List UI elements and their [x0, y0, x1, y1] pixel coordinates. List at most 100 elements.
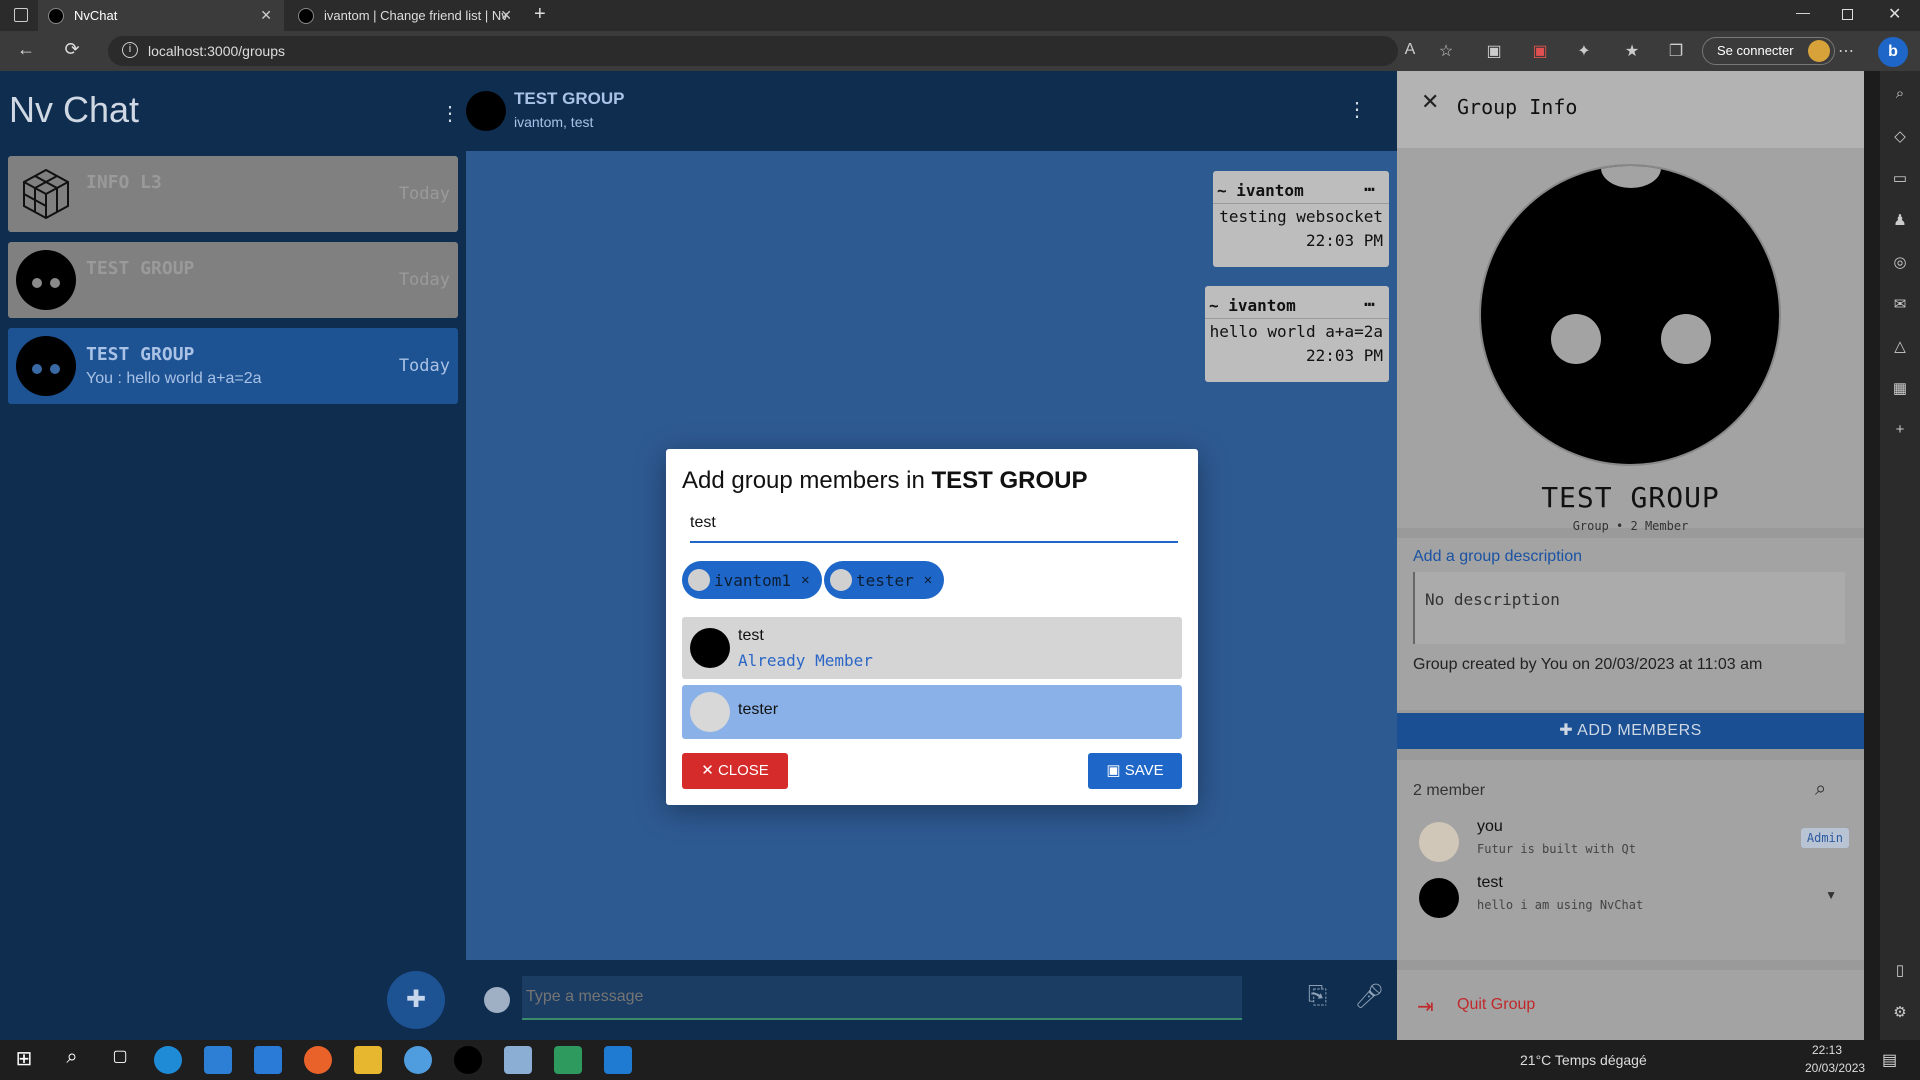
add-members-button[interactable]: ✚ ADD MEMBERS — [1397, 713, 1864, 749]
save-button[interactable]: ▣ SAVE — [1088, 753, 1182, 789]
bing-icon[interactable]: b — [1878, 37, 1908, 67]
notifications-icon[interactable]: ▤ — [1882, 1050, 1897, 1070]
read-aloud-icon[interactable]: A — [1400, 41, 1420, 61]
result-name: tester — [738, 701, 779, 718]
chat-menu-icon[interactable]: ⋮ — [1347, 97, 1367, 122]
url-field[interactable]: i localhost:3000/groups — [108, 36, 1398, 66]
close-button[interactable]: ✕ CLOSE — [682, 753, 788, 789]
signin-button[interactable]: Se connecter — [1702, 37, 1835, 65]
file-explorer-icon[interactable] — [354, 1046, 382, 1074]
result-status: Already Member — [738, 651, 873, 670]
collections-icon[interactable]: ❐ — [1666, 41, 1686, 61]
browser-tab-nvchat[interactable]: NvChat ✕ — [38, 0, 284, 31]
new-tab-icon[interactable]: + — [534, 3, 546, 26]
message-text: hello world a+a=2a — [1209, 322, 1383, 341]
search-icon[interactable]: ⌕ — [58, 1046, 86, 1074]
copilot-icon[interactable]: ◎ — [1890, 253, 1910, 273]
emulator-icon[interactable] — [554, 1046, 582, 1074]
search-result-tester[interactable]: tester — [682, 685, 1182, 739]
windows-start-icon[interactable]: ⊞ — [10, 1046, 38, 1074]
sidebar-menu-icon[interactable]: ⋮ — [440, 101, 460, 126]
add-description-link[interactable]: Add a group description — [1413, 548, 1582, 566]
briefcase-icon[interactable]: ▭ — [1890, 169, 1910, 189]
close-icon[interactable]: ✕ — [1421, 89, 1439, 115]
nvchat-app-icon[interactable] — [454, 1046, 482, 1074]
add-icon[interactable]: + — [1890, 421, 1910, 441]
chevron-down-icon[interactable]: ▼ — [1825, 888, 1837, 902]
settings-gear-icon[interactable]: ⚙ — [1890, 1003, 1910, 1023]
close-tab-icon[interactable]: ✕ — [500, 7, 512, 24]
cat-eye — [1661, 314, 1711, 364]
search-icon[interactable]: ⌕ — [1815, 778, 1826, 801]
calculator-icon[interactable]: ▦ — [1890, 379, 1910, 399]
close-tab-icon[interactable]: ✕ — [260, 7, 272, 24]
browser-tab-friend-list[interactable]: ivantom | Change friend list | Nv ✕ — [288, 0, 524, 31]
games-icon[interactable]: ♟ — [1890, 211, 1910, 231]
cat-avatar — [16, 336, 76, 396]
pinwheel-icon[interactable] — [504, 1046, 532, 1074]
add-friend-button[interactable]: ✚ — [387, 971, 445, 1029]
remove-chip-icon[interactable]: ✕ — [924, 572, 932, 588]
selected-chip-tester[interactable]: tester ✕ — [824, 561, 945, 599]
member-status: hello i am using NvChat — [1477, 898, 1644, 912]
message-options-icon[interactable]: ⋯ — [1364, 179, 1375, 200]
save-icon: ▣ — [1106, 762, 1125, 779]
search-result-test[interactable]: test Already Member — [682, 617, 1182, 679]
favorite-star-icon[interactable]: ☆ — [1436, 41, 1456, 61]
window-menu-icon[interactable] — [14, 8, 28, 22]
clock-time[interactable]: 22:13 — [1812, 1043, 1842, 1057]
back-icon[interactable]: ← — [8, 39, 44, 60]
message-author: ~ ivantom — [1217, 181, 1304, 200]
tag-icon[interactable]: ◇ — [1890, 127, 1910, 147]
mail-icon[interactable] — [254, 1046, 282, 1074]
message-time: 22:03 PM — [1305, 346, 1383, 365]
extension-icon[interactable]: ▣ — [1484, 41, 1504, 61]
site-info-icon[interactable]: i — [122, 42, 138, 58]
attach-icon[interactable]: ⎘ — [1308, 982, 1327, 1010]
message-input[interactable] — [522, 976, 1242, 1020]
edge-icon[interactable] — [154, 1046, 182, 1074]
member-status: Futur is built with Qt — [1477, 842, 1636, 856]
message-bubble: ~ ivantom ⋯ hello world a+a=2a 22:03 PM — [1205, 286, 1389, 382]
firefox-icon[interactable] — [304, 1046, 332, 1074]
remove-chip-icon[interactable]: ✕ — [801, 572, 809, 588]
chat-item-test-group[interactable]: TEST GROUP Today — [8, 242, 458, 318]
chat-list-panel: Nv Chat ⋮ INFO L3 Today TEST GROUP Today… — [0, 71, 466, 1040]
description-box[interactable]: No description — [1413, 572, 1845, 644]
selected-chip-ivantom1[interactable]: ivantom1 ✕ — [682, 561, 822, 599]
search-icon[interactable]: ⌕ — [1890, 85, 1910, 105]
reload-icon[interactable]: ⟳ — [54, 39, 90, 60]
group-avatar-large[interactable] — [1479, 164, 1781, 466]
group-avatar[interactable] — [466, 91, 506, 131]
microphone-icon[interactable]: 🎤︎ — [1354, 982, 1384, 1011]
member-search-input[interactable] — [690, 505, 1178, 543]
more-options-icon[interactable]: ⋯ — [1836, 41, 1856, 61]
group-info-header: ✕ Group Info — [1397, 71, 1864, 148]
favorites-icon[interactable]: ★ — [1622, 41, 1642, 61]
message-options-icon[interactable]: ⋯ — [1364, 294, 1375, 315]
extension-red-icon[interactable]: ▣ — [1530, 41, 1550, 61]
group-profile: TEST GROUP Group • 2 Member — [1397, 148, 1864, 533]
nvchat-app: Nv Chat ⋮ INFO L3 Today TEST GROUP Today… — [0, 71, 1880, 1040]
extensions-puzzle-icon[interactable]: ✦ — [1574, 41, 1594, 61]
browser-tab-bar: NvChat ✕ ivantom | Change friend list | … — [0, 0, 1920, 31]
chrome-icon[interactable] — [404, 1046, 432, 1074]
window-close-icon[interactable]: ✕ — [1888, 4, 1901, 24]
weather-widget[interactable]: 21°C Temps dégagé — [1520, 1052, 1647, 1068]
hide-sidebar-icon[interactable]: ▯ — [1890, 961, 1910, 981]
outlook-icon[interactable]: ✉ — [1890, 295, 1910, 315]
store-icon[interactable] — [204, 1046, 232, 1074]
minimize-icon[interactable]: — — [1796, 4, 1810, 20]
user-avatar-icon — [830, 569, 852, 591]
member-row[interactable]: test hello i am using NvChat ▼ — [1413, 874, 1853, 924]
chat-item-info-l3[interactable]: INFO L3 Today — [8, 156, 458, 232]
member-row[interactable]: you Futur is built with Qt Admin — [1413, 818, 1853, 868]
quit-group-button[interactable]: ⇥ Quit Group — [1397, 970, 1864, 1040]
chat-item-test-group-active[interactable]: TEST GROUP You : hello world a+a=2a Toda… — [8, 328, 458, 404]
task-view-icon[interactable]: ▢ — [106, 1046, 134, 1074]
vscode-icon[interactable] — [604, 1046, 632, 1074]
clock-date[interactable]: 20/03/2023 — [1805, 1061, 1865, 1075]
restore-icon[interactable] — [1842, 9, 1853, 20]
emoji-icon[interactable] — [484, 987, 510, 1013]
drop-icon[interactable]: △ — [1890, 337, 1910, 357]
